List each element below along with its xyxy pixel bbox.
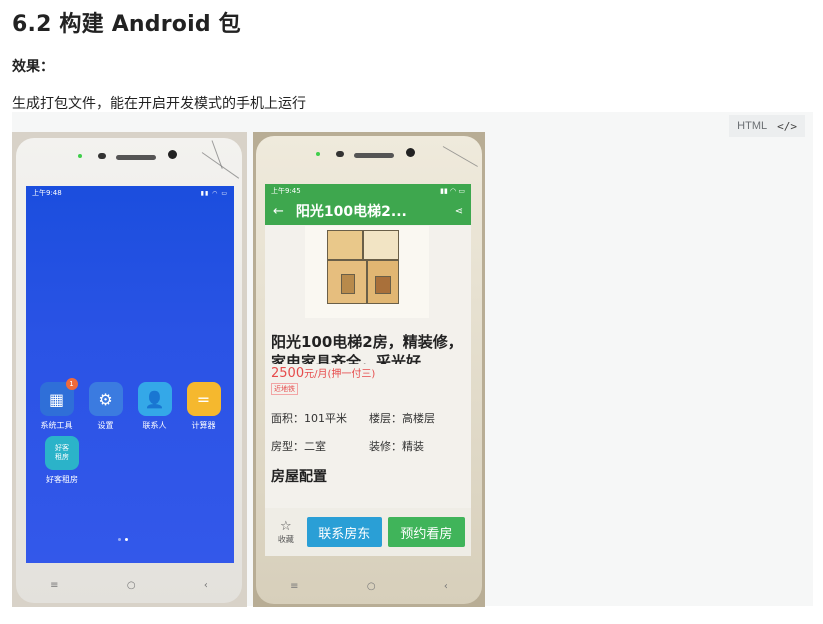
status-time: 上午9:48 bbox=[32, 189, 62, 197]
back-key-icon[interactable]: ‹ bbox=[444, 581, 448, 592]
home-key-icon[interactable]: ○ bbox=[127, 580, 136, 591]
favorite-button[interactable]: ☆ 收藏 bbox=[271, 519, 301, 545]
phone-body: 上午9:48 ▮▮ ◠ ▭ ▦ 1 系统工具 ⚙ 设置 👤 联系人 = 计算器 好客 租房好客租… bbox=[16, 138, 242, 603]
app-person[interactable]: 👤 联系人 bbox=[133, 382, 177, 431]
hardware-nav-bar: ≡ ○ ‹ bbox=[256, 581, 482, 592]
front-camera bbox=[168, 150, 177, 159]
floor-plan-room bbox=[327, 230, 363, 260]
language-label: HTML bbox=[737, 120, 768, 132]
menu-key-icon[interactable]: ≡ bbox=[290, 581, 298, 592]
favorite-label: 收藏 bbox=[277, 535, 294, 544]
page-indicator bbox=[118, 538, 128, 541]
home-screen: 上午9:48 ▮▮ ◠ ▭ ▦ 1 系统工具 ⚙ 设置 👤 联系人 = 计算器 好客 租房好客租… bbox=[26, 186, 234, 563]
description-text: 生成打包文件，能在开启开发模式的手机上运行 bbox=[12, 96, 306, 112]
app-grid[interactable]: ▦ 1 系统工具 bbox=[35, 378, 79, 431]
page-heading: 6.2 构建 Android 包 bbox=[12, 12, 241, 37]
app-bar-title: 阳光100电梯2... bbox=[295, 204, 407, 220]
app-calculator[interactable]: = 计算器 bbox=[182, 382, 226, 431]
led-indicator bbox=[78, 154, 82, 158]
home-key-icon[interactable]: ○ bbox=[367, 581, 376, 592]
menu-key-icon[interactable]: ≡ bbox=[50, 580, 58, 591]
section-house-config: 房屋配置 bbox=[271, 469, 327, 485]
info-floor: 楼层：高楼层 bbox=[369, 412, 435, 425]
sensor bbox=[336, 151, 344, 157]
app-house-rental[interactable]: 好客 租房 好客租房 bbox=[40, 436, 84, 485]
page-dot-active bbox=[125, 538, 128, 541]
person-icon: 👤 bbox=[137, 382, 172, 416]
app-bar: ← 阳光100电梯2... ⋖ bbox=[265, 197, 471, 225]
phone-photo-app: 上午9:45 ▮▮ ◠ ▭ ← 阳光100电梯2... ⋖ 阳光100电梯2房，… bbox=[253, 132, 485, 607]
listing-price: 2500元/月(押一付三) bbox=[271, 365, 375, 381]
code-icon[interactable]: </> bbox=[777, 120, 797, 133]
led-indicator bbox=[316, 152, 320, 156]
book-viewing-button[interactable]: 预约看房 bbox=[387, 517, 465, 547]
phone-photo-home: 上午9:48 ▮▮ ◠ ▭ ▦ 1 系统工具 ⚙ 设置 👤 联系人 = 计算器 好客 租房好客租… bbox=[12, 132, 247, 607]
floor-plan-room bbox=[341, 274, 355, 294]
info-area: 面积：101平米 bbox=[271, 412, 347, 425]
app-label: 好客租房 bbox=[46, 475, 78, 484]
status-bar: 上午9:48 ▮▮ ◠ ▭ bbox=[26, 186, 234, 200]
info-decoration: 装修：精装 bbox=[369, 440, 424, 453]
floor-plan-image bbox=[305, 226, 429, 318]
front-camera bbox=[406, 148, 415, 157]
back-arrow-icon[interactable]: ← bbox=[273, 204, 284, 219]
page-dot bbox=[118, 538, 121, 541]
phone-body: 上午9:45 ▮▮ ◠ ▭ ← 阳光100电梯2... ⋖ 阳光100电梯2房，… bbox=[256, 136, 482, 604]
status-time: 上午9:45 bbox=[271, 186, 301, 195]
star-icon: ☆ bbox=[280, 519, 292, 534]
grid-icon: ▦ 1 bbox=[39, 378, 78, 416]
contact-landlord-button[interactable]: 联系房东 bbox=[306, 517, 382, 547]
app-label: 系统工具 bbox=[40, 421, 73, 430]
info-room-type: 房型：二室 bbox=[271, 440, 326, 453]
html-language-badge[interactable]: HTML </> bbox=[729, 115, 805, 137]
effect-label: 效果： bbox=[12, 59, 54, 75]
status-bar: 上午9:45 ▮▮ ◠ ▭ bbox=[265, 184, 471, 197]
app-label: 设置 bbox=[97, 421, 114, 430]
price-unit: 元/月(押一付三) bbox=[304, 369, 376, 380]
floor-plan-room bbox=[375, 276, 391, 294]
calculator-icon: = bbox=[186, 382, 221, 416]
status-icons: ▮▮ ◠ ▭ bbox=[440, 186, 465, 195]
app-row-1: ▦ 1 系统工具 ⚙ 设置 👤 联系人 = 计算器 bbox=[26, 378, 234, 431]
listing-title: 阳光100电梯2房，精装修， 家电家具齐全，采光好 bbox=[271, 333, 463, 364]
gear-icon: ⚙ bbox=[88, 382, 123, 416]
hardware-nav-bar: ≡ ○ ‹ bbox=[16, 580, 242, 591]
app-row-2: 好客 租房 好客租房 bbox=[26, 436, 234, 485]
status-icons: ▮▮ ◠ ▭ bbox=[200, 189, 228, 197]
share-icon[interactable]: ⋖ bbox=[455, 206, 463, 217]
speaker-grille bbox=[116, 155, 156, 160]
app-label: 计算器 bbox=[191, 421, 216, 430]
sensor bbox=[98, 153, 106, 159]
price-value: 2500 bbox=[271, 366, 305, 381]
bottom-action-bar: ☆ 收藏 联系房东 预约看房 bbox=[265, 508, 471, 556]
floor-plan-room bbox=[363, 230, 399, 260]
notification-badge: 1 bbox=[65, 378, 78, 390]
app-gear[interactable]: ⚙ 设置 bbox=[84, 382, 128, 431]
rental-app-screen: 上午9:45 ▮▮ ◠ ▭ ← 阳光100电梯2... ⋖ 阳光100电梯2房，… bbox=[265, 184, 471, 556]
house-rental-icon: 好客 租房 bbox=[45, 436, 79, 470]
tag-near-subway: 近地铁 bbox=[271, 383, 298, 395]
back-key-icon[interactable]: ‹ bbox=[204, 580, 208, 591]
app-label: 联系人 bbox=[142, 421, 167, 430]
speaker-grille bbox=[354, 153, 394, 158]
